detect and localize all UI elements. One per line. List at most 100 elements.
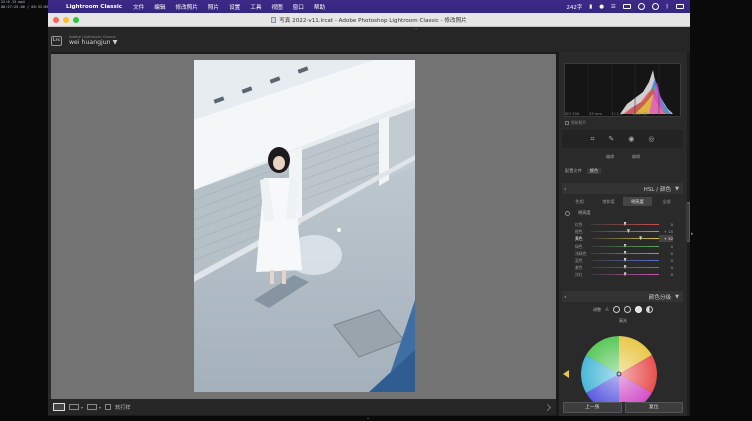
- control-icon[interactable]: ☰: [611, 4, 616, 10]
- slider-value[interactable]: 0: [659, 221, 673, 228]
- panel-switch-icon-2[interactable]: ◂: [564, 294, 566, 299]
- target-adjust-icon[interactable]: [565, 210, 570, 216]
- lrc-logo-icon: Lrc: [51, 36, 62, 46]
- collapse-triangle-icon[interactable]: ▼: [675, 186, 679, 192]
- top-panel-toggle-icon[interactable]: ⌃: [414, 28, 418, 34]
- slider-value[interactable]: 0: [659, 250, 673, 257]
- slider-value[interactable]: 0: [659, 243, 673, 250]
- panel-switch-icon[interactable]: ◂: [564, 186, 566, 191]
- spot-removal-icon[interactable]: ✎: [608, 135, 614, 143]
- display-icon[interactable]: [676, 4, 684, 9]
- menu-tools[interactable]: 工具: [250, 3, 261, 11]
- histogram-graph: [587, 64, 673, 118]
- screen-root: 22:0 13.mp4 00:27:25.00 / 00:32:05.00 Li…: [0, 0, 752, 421]
- slider-track[interactable]: [591, 231, 659, 233]
- identity-plate: ⌃ Lrc Adobe Lightroom Classic wei huangj…: [48, 27, 690, 52]
- global-wheel-button[interactable]: [646, 306, 653, 313]
- menu-view[interactable]: 视图: [271, 3, 282, 11]
- crop-tool-icon[interactable]: ⌗: [590, 135, 594, 144]
- slider-row[interactable]: 橙色 + 15: [565, 228, 681, 235]
- profile-row: 配置文件 颜色: [565, 166, 681, 176]
- slider-row[interactable]: 蓝色 0: [565, 257, 681, 264]
- menu-file[interactable]: 文件: [133, 3, 144, 11]
- tab-luminance[interactable]: 明亮度: [623, 197, 652, 206]
- overlay-line-2: 00:27:25.00 / 00:32:05.00: [1, 5, 48, 9]
- mic-icon[interactable]: ●: [599, 4, 604, 10]
- highlights-wheel-button[interactable]: [635, 306, 642, 313]
- slider-row[interactable]: 黄色 + 32: [565, 235, 681, 243]
- document-icon: [271, 16, 277, 23]
- photo-canvas[interactable]: [51, 54, 556, 399]
- slider-label: 浅绿色: [575, 250, 587, 256]
- expand-right-icon[interactable]: ▸: [691, 231, 694, 237]
- slider-label: 黄色: [575, 236, 583, 242]
- bottom-buttons: 上一张 复位: [563, 402, 683, 413]
- clock-icon[interactable]: [651, 3, 659, 10]
- original-photo-toggle[interactable]: 原始照片: [565, 120, 586, 126]
- histogram[interactable]: [564, 63, 681, 118]
- menu-app-name[interactable]: Lightroom Classic: [66, 4, 122, 10]
- menubar-status: 242字 ▮ ● ☰ ᛒ: [567, 3, 690, 11]
- menu-edit[interactable]: 编辑: [154, 3, 165, 11]
- shadows-wheel-button[interactable]: [613, 306, 620, 313]
- collapse-triangle-icon-2[interactable]: ▼: [675, 294, 679, 300]
- profile-value[interactable]: 颜色: [586, 168, 602, 174]
- menu-window[interactable]: 窗口: [293, 3, 304, 11]
- slider-label: 红色: [575, 222, 583, 227]
- slider-value[interactable]: 0: [659, 271, 673, 278]
- filmstrip-toggle-icon[interactable]: ⌄: [366, 415, 370, 421]
- before-after-swap-group[interactable]: ▾: [87, 404, 101, 410]
- status-text[interactable]: 242字: [567, 3, 583, 11]
- before-after-group[interactable]: ▾: [69, 404, 83, 410]
- slider-row[interactable]: 红色 0: [565, 221, 681, 228]
- color-wheel-area: [559, 324, 687, 402]
- tab-hue[interactable]: 色相: [565, 197, 594, 206]
- color-grading-header[interactable]: ◂ 颜色分级 ▼: [562, 291, 683, 302]
- menu-settings[interactable]: 设置: [229, 3, 240, 11]
- slider-value[interactable]: + 32: [659, 235, 673, 243]
- photo-preview[interactable]: [194, 60, 415, 392]
- loupe-view-button[interactable]: [53, 403, 65, 411]
- midtones-wheel-button[interactable]: [624, 306, 631, 313]
- slider-row[interactable]: 紫色 0: [565, 264, 681, 271]
- tab-all[interactable]: 全部: [652, 197, 681, 206]
- slider-value[interactable]: 0: [659, 257, 673, 264]
- battery-icon[interactable]: ▮: [589, 4, 592, 10]
- slider-value[interactable]: 0: [659, 264, 673, 271]
- toolbar-menu-icon[interactable]: [543, 403, 552, 411]
- hsl-header-label: HSL / 颜色: [643, 186, 672, 193]
- bluetooth-icon[interactable]: ᛒ: [666, 4, 669, 10]
- mini-tab-2[interactable]: 编辑: [632, 154, 640, 160]
- menu-develop[interactable]: 修改照片: [175, 3, 197, 11]
- masking-icon[interactable]: ◎: [648, 135, 654, 143]
- sync-icon[interactable]: [637, 3, 645, 10]
- histogram-info: ISO 200 35 mm f / 1.8 1/400 秒: [565, 112, 681, 117]
- hsl-panel-header[interactable]: ◂ HSL / 颜色 ▼: [562, 183, 683, 194]
- slider-value[interactable]: + 15: [659, 228, 673, 235]
- slider-track[interactable]: [591, 238, 659, 240]
- right-panel-handle[interactable]: [686, 204, 689, 241]
- menu-help[interactable]: 帮助: [314, 3, 325, 11]
- menu-photo[interactable]: 照片: [208, 3, 219, 11]
- softproof-label: 软打样: [115, 404, 131, 411]
- three-way-icon[interactable]: ⁂: [605, 307, 609, 312]
- softproof-checkbox[interactable]: [105, 404, 112, 410]
- redeye-icon[interactable]: ◉: [628, 135, 634, 143]
- screen-icon[interactable]: [622, 4, 631, 9]
- slider-label: 紫色: [575, 265, 583, 271]
- slider-row[interactable]: 浅绿色 0: [565, 250, 681, 257]
- color-grading-tools: 调整 ⁂: [565, 304, 681, 315]
- hsl-tabs: 色相 饱和度 明亮度 全部: [565, 197, 681, 206]
- slider-label: 橙色: [575, 229, 583, 235]
- shutter-speed: 1/400 秒: [632, 112, 648, 116]
- slider-row[interactable]: 洋红 0: [565, 271, 681, 278]
- identity-user-name: wei huangjun: [69, 39, 111, 46]
- original-photo-checkbox[interactable]: [565, 121, 569, 125]
- reset-button[interactable]: 复位: [624, 402, 683, 413]
- slider-row[interactable]: 绿色 0: [565, 243, 681, 250]
- tab-saturation[interactable]: 饱和度: [594, 197, 623, 206]
- identity-user[interactable]: wei huangjun ▼: [69, 39, 117, 46]
- previous-button[interactable]: 上一张: [563, 402, 622, 413]
- color-wheel[interactable]: [559, 324, 687, 402]
- mini-tab-1[interactable]: 编辑: [606, 154, 614, 160]
